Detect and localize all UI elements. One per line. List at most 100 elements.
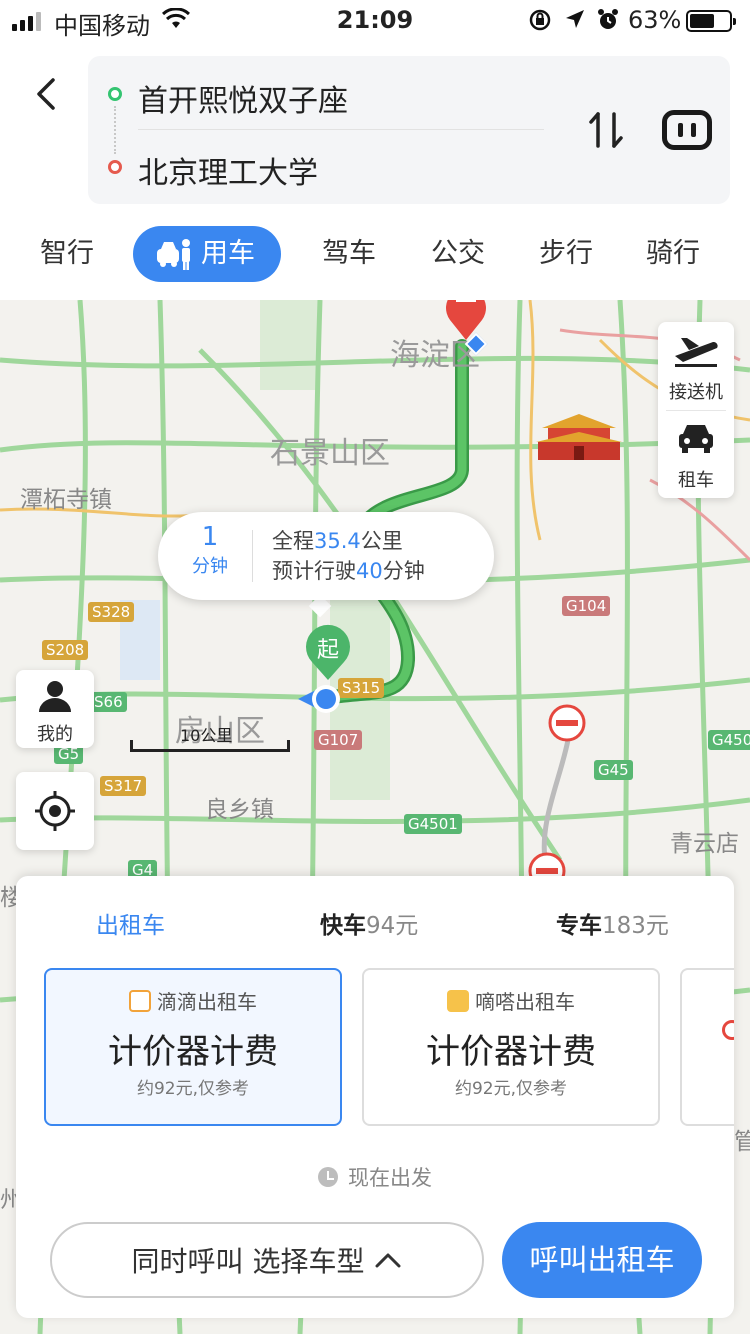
call-multiple-button[interactable]: 同时呼叫 选择车型 [50, 1222, 484, 1298]
map-scale: 10公里 [130, 726, 290, 752]
departure-time-label: 现在出发 [348, 1166, 432, 1190]
destination-field[interactable]: 北京理工大学 [138, 148, 318, 192]
current-location-icon [296, 682, 346, 720]
car-rental-button[interactable]: 租车 [658, 410, 734, 498]
tab-car-hailing-label: 用车 [201, 238, 255, 269]
back-button[interactable] [22, 70, 70, 118]
status-bar: 中国移动 21:09 63% [0, 0, 750, 40]
car-rental-label: 租车 [678, 470, 714, 491]
chevron-up-icon [375, 1253, 401, 1268]
tab-premium-price: 183元 [602, 913, 669, 939]
car-person-icon [157, 239, 190, 270]
highway-label: G104 [562, 596, 611, 616]
highway-label: S66 [90, 692, 127, 712]
start-marker: 起 [300, 620, 356, 686]
divider [252, 530, 253, 582]
taxi-option-dida[interactable]: 嘀嗒出租车 计价器计费 约92元,仅参考 [362, 968, 660, 1126]
option-fare: 计价器计费 [108, 1032, 278, 1072]
airport-pickup-button[interactable]: 接送机 [658, 322, 734, 410]
option-brand-label: 滴滴出租车 [157, 990, 257, 1014]
highway-label: S208 [42, 640, 89, 660]
didi-logo-icon [129, 989, 151, 1012]
distance-line: 全程35.4公里 [272, 526, 425, 556]
person-icon [39, 681, 71, 712]
eta-minutes: 1 分钟 [184, 522, 236, 578]
option-brand: 嘀嗒出租车 [364, 986, 658, 1015]
tab-premium-name: 专车 [556, 913, 602, 939]
district-label: 石景山区 [270, 436, 390, 471]
location-arrow-icon [564, 8, 586, 36]
departure-time[interactable]: 现在出发 [16, 1162, 734, 1192]
town-label: 良乡镇 [205, 797, 274, 823]
duration-value: 40 [356, 559, 383, 583]
option-estimate: 约92元,仅参考 [136, 1079, 250, 1099]
swap-icon [589, 112, 623, 148]
dida-logo-icon [447, 989, 469, 1012]
tab-bike[interactable]: 骑行 [646, 226, 700, 282]
tab-car-hailing[interactable]: 用车 [133, 226, 281, 282]
eta-minutes-unit: 分钟 [192, 556, 228, 577]
route-info-bubble[interactable]: 1 分钟 全程35.4公里 预计行驶40分钟 [158, 512, 494, 600]
tiananmen-landmark-icon [534, 412, 624, 466]
option-brand: 滴滴出租车 [46, 986, 340, 1015]
route-connector [114, 106, 116, 154]
swap-route-button[interactable] [584, 108, 628, 152]
route-summary: 全程35.4公里 预计行驶40分钟 [272, 526, 425, 586]
taxi-option-didi[interactable]: 滴滴出租车 计价器计费 约92元,仅参考 [44, 968, 342, 1126]
car-icon [679, 425, 713, 453]
my-profile-label: 我的 [37, 724, 73, 745]
taxi-option-more[interactable] [680, 968, 734, 1126]
tab-express-name: 快车 [320, 913, 366, 939]
highway-label: G4501 [404, 814, 462, 834]
alarm-icon [596, 8, 620, 38]
tab-premium[interactable]: 专车183元 [556, 906, 669, 940]
distance-value: 35.4 [314, 529, 361, 553]
no-entry-icon [548, 704, 586, 746]
highway-label: S317 [100, 776, 147, 796]
duration-prefix: 预计行驶 [272, 559, 356, 583]
town-label: 管 [734, 1129, 750, 1155]
back-arrow-icon [37, 78, 55, 110]
call-multiple-label: 同时呼叫 选择车型 [131, 1245, 365, 1278]
duration-line: 预计行驶40分钟 [272, 556, 425, 586]
tab-express[interactable]: 快车94元 [320, 906, 418, 940]
option-fare: 计价器计费 [426, 1032, 596, 1072]
route-header: 首开熙悦双子座 北京理工大学 智行 用车 驾车 公交 步行 骑行 [0, 40, 750, 300]
origin-field[interactable]: 首开熙悦双子座 [138, 76, 348, 120]
town-label: 青云店 [670, 831, 739, 857]
locate-me-button[interactable] [16, 772, 94, 850]
option-brand-icon [722, 1020, 734, 1040]
tab-express-price: 94元 [366, 913, 419, 939]
distance-prefix: 全程 [272, 529, 314, 553]
clock-icon [318, 1167, 338, 1187]
scale-label: 10公里 [180, 726, 233, 745]
highway-label: S328 [88, 602, 135, 622]
battery-icon [686, 10, 736, 32]
voice-assistant-button[interactable] [662, 110, 712, 150]
highway-label: G450 [708, 730, 750, 750]
rotation-lock-icon [528, 8, 552, 38]
battery-percent: 63% [628, 6, 682, 34]
origin-dot-icon [108, 87, 122, 101]
tab-drive[interactable]: 驾车 [322, 226, 376, 282]
airport-pickup-label: 接送机 [669, 382, 723, 403]
eta-minutes-value: 1 [201, 522, 219, 552]
destination-dot-icon [108, 160, 122, 174]
call-taxi-button[interactable]: 呼叫出租车 [502, 1222, 702, 1298]
town-label: 潭柘寺镇 [20, 487, 112, 513]
airplane-icon [675, 338, 718, 367]
option-estimate: 约92元,仅参考 [454, 1079, 568, 1099]
highway-label: G107 [314, 730, 363, 750]
ride-options-sheet: 出租车 快车94元 专车183元 滴滴出租车 计价器计费 约92元,仅参考 嘀嗒… [16, 876, 734, 1318]
tab-walk[interactable]: 步行 [539, 226, 593, 282]
tab-transit[interactable]: 公交 [431, 226, 485, 282]
route-input-box: 首开熙悦双子座 北京理工大学 [88, 56, 730, 204]
start-marker-label: 起 [316, 638, 339, 663]
duration-unit: 分钟 [382, 559, 425, 583]
my-profile-button[interactable]: 我的 [16, 670, 94, 748]
distance-unit: 公里 [360, 529, 403, 553]
tab-taxi[interactable]: 出租车 [96, 906, 165, 940]
divider [138, 129, 544, 130]
destination-pin-icon [440, 300, 492, 346]
tab-smart[interactable]: 智行 [40, 226, 94, 282]
